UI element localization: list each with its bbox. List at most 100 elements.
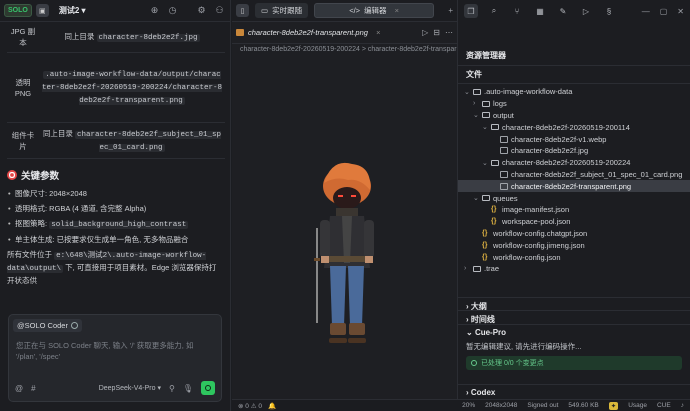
tree-item-label: queues bbox=[493, 193, 518, 203]
folder-icon bbox=[491, 124, 499, 131]
file-size: 549.60 KB bbox=[568, 402, 599, 409]
person-icon[interactable]: ⚇ bbox=[213, 5, 226, 16]
add-tab-icon[interactable]: + bbox=[448, 6, 453, 15]
tools-icon[interactable]: ✎ bbox=[556, 4, 570, 18]
notification-icon[interactable]: ✦ bbox=[608, 401, 619, 410]
tree-item[interactable]: › .trae bbox=[458, 263, 690, 275]
image-file-icon bbox=[500, 135, 508, 143]
tree-item-label: character-8deb2e2f_subject_01_spec_01_ca… bbox=[511, 169, 683, 179]
cue-status-item[interactable]: CUE bbox=[657, 402, 671, 409]
tree-item-label: workflow-config.jimeng.json bbox=[493, 240, 585, 250]
image-file-icon bbox=[500, 147, 508, 155]
tree-item-label: character-8deb2e2f-v1.webp bbox=[511, 134, 607, 144]
tree-item[interactable]: {} image-manifest.json bbox=[458, 204, 690, 216]
run-debug-icon[interactable]: ▷ bbox=[579, 4, 593, 18]
files-section-header[interactable]: 文件 bbox=[458, 66, 690, 84]
tree-item[interactable]: ⌄ queues bbox=[458, 192, 690, 204]
tree-item[interactable]: character-8deb2e2f_subject_01_spec_01_ca… bbox=[458, 169, 690, 181]
tree-item[interactable]: {} workspace-pool.json bbox=[458, 216, 690, 228]
close-window-icon[interactable]: ✕ bbox=[677, 7, 684, 16]
tree-item[interactable]: ⌄ output bbox=[458, 110, 690, 122]
file-tree: ⌄ .auto-image-workflow-data › logs ⌄ output ⌄ c… bbox=[458, 84, 690, 275]
table-text: 同上目录 bbox=[42, 128, 73, 138]
plugin-icon[interactable]: § bbox=[602, 4, 616, 18]
folder-icon bbox=[482, 195, 490, 202]
table-key: 透明 PNG bbox=[7, 52, 39, 123]
solo-badge[interactable]: SOLO bbox=[4, 4, 32, 17]
mic-icon[interactable]: 🎙 bbox=[183, 384, 193, 393]
model-selector[interactable]: DeepSeek-V4-Pro ▾ bbox=[99, 384, 161, 392]
editor-area: ▯ ▭ 实时跟随 </> 编辑器 × + character-8deb2e2f-tra… bbox=[232, 0, 457, 399]
status-bar: ⊗ 0 ⚠ 0 🔔 20% 2048x2048 Signed out 549.6… bbox=[232, 399, 690, 411]
image-file-icon bbox=[236, 29, 244, 36]
error-count[interactable]: ⊗ 0 ⚠ 0 bbox=[238, 402, 262, 410]
session-title[interactable]: 测试2 ▾ bbox=[59, 5, 86, 16]
tree-item-label: .trae bbox=[484, 264, 500, 274]
params-heading: 关键参数 bbox=[7, 168, 223, 182]
send-button[interactable] bbox=[201, 381, 215, 395]
close-icon[interactable]: × bbox=[376, 28, 380, 37]
bell-icon[interactable]: 🔔 bbox=[268, 402, 276, 410]
breadcrumb: character-8deb2e2f-20260519-200224 > cha… bbox=[240, 46, 457, 53]
attach-icon[interactable]: ⚲ bbox=[169, 384, 175, 393]
agent-mention[interactable]: @SOLO Coder bbox=[13, 319, 82, 332]
chat-input-box[interactable]: @SOLO Coder 您正在与 SOLO Coder 聊天, 输入 '/' 获… bbox=[8, 314, 222, 402]
sidebar-icon[interactable]: ▯ bbox=[236, 4, 249, 17]
extensions-icon[interactable]: ▦ bbox=[533, 4, 547, 18]
list-item: 单主体生成: 已按要求仅生成单一角色, 无多物品融合 bbox=[7, 234, 223, 246]
file-tab[interactable]: character-8deb2e2f-transparent.png × bbox=[236, 28, 380, 37]
search-icon[interactable]: ⌕ bbox=[487, 4, 501, 18]
account-status[interactable]: Signed out bbox=[527, 402, 558, 409]
tree-item-label: workspace-pool.json bbox=[502, 217, 571, 227]
tree-item[interactable]: character-8deb2e2f-transparent.png bbox=[458, 180, 690, 193]
hash-icon[interactable]: # bbox=[31, 384, 35, 393]
at-icon[interactable]: @ bbox=[15, 384, 23, 393]
codex-section[interactable]: › Codex bbox=[458, 384, 690, 400]
character-image bbox=[314, 162, 374, 343]
chevron-down-icon: ⌄ bbox=[466, 328, 475, 337]
tree-item[interactable]: {} workflow-config.jimeng.json bbox=[458, 239, 690, 251]
tab-live-follow[interactable]: ▭ 实时跟随 bbox=[255, 3, 309, 18]
chat-input[interactable]: 您正在与 SOLO Coder 聊天, 输入 '/' 获取更多能力, 如 '/p… bbox=[16, 340, 214, 362]
path-code: character-8deb2e2f.jpg bbox=[96, 33, 200, 42]
tree-item[interactable]: character-8deb2e2f.jpg bbox=[458, 145, 690, 157]
input-toolbar: @ # DeepSeek-V4-Pro ▾ ⚲ 🎙 bbox=[15, 381, 215, 395]
table-key: JPG 副本 bbox=[7, 22, 39, 53]
run-icon[interactable]: ▷ bbox=[422, 28, 428, 37]
minimize-icon[interactable]: — bbox=[642, 7, 650, 16]
tree-item-label: character-8deb2e2f-transparent.png bbox=[511, 181, 632, 191]
json-file-icon: {} bbox=[482, 241, 488, 249]
list-item: 抠图策略: solid_background_high_contrast bbox=[7, 218, 223, 231]
cue-pro-section[interactable]: ⌄ Cue-Pro bbox=[458, 324, 690, 340]
more-icon[interactable]: ⋯ bbox=[445, 28, 453, 37]
code-icon: </> bbox=[349, 6, 361, 15]
tree-item[interactable]: character-8deb2e2f-v1.webp bbox=[458, 133, 690, 145]
json-file-icon: {} bbox=[491, 206, 497, 214]
history-icon[interactable]: ◷ bbox=[166, 5, 179, 16]
maximize-icon[interactable]: ▢ bbox=[660, 7, 668, 16]
gear-icon[interactable]: ⚙ bbox=[195, 5, 208, 16]
tree-item[interactable]: {} workflow-config.chatgpt.json bbox=[458, 228, 690, 240]
folder-icon bbox=[491, 159, 499, 166]
explorer-title: 资源管理器 bbox=[458, 46, 690, 66]
tree-item[interactable]: ⌄ character-8deb2e2f-20260519-200224 bbox=[458, 157, 690, 169]
file-tab-bar: character-8deb2e2f-transparent.png × ▷ ⊟… bbox=[232, 22, 457, 44]
tree-item[interactable]: {} workflow-config.json bbox=[458, 251, 690, 263]
usage[interactable]: Usage bbox=[628, 402, 647, 409]
toggle-sidebar-icon[interactable]: ▣ bbox=[35, 4, 49, 17]
table-text: 同上目录 bbox=[64, 31, 95, 41]
monitor-icon: ▭ bbox=[261, 6, 269, 15]
tree-item[interactable]: ⌄ character-8deb2e2f-20260519-200114 bbox=[458, 121, 690, 133]
tree-item-label: workflow-config.chatgpt.json bbox=[493, 228, 588, 238]
files-icon[interactable]: ❐ bbox=[464, 4, 478, 18]
tree-item-label: image-manifest.json bbox=[502, 205, 570, 215]
tab-editor[interactable]: </> 编辑器 × bbox=[314, 3, 435, 18]
close-icon[interactable]: × bbox=[395, 6, 399, 15]
source-control-icon[interactable]: ⑂ bbox=[510, 4, 524, 18]
tree-item[interactable]: ⌄ .auto-image-workflow-data bbox=[458, 86, 690, 98]
image-file-icon bbox=[500, 170, 508, 178]
tree-item[interactable]: › logs bbox=[458, 98, 690, 110]
bell-icon[interactable]: ♪ bbox=[681, 402, 684, 409]
split-icon[interactable]: ⊟ bbox=[433, 28, 440, 37]
new-chat-icon[interactable]: ⊕ bbox=[148, 5, 161, 16]
